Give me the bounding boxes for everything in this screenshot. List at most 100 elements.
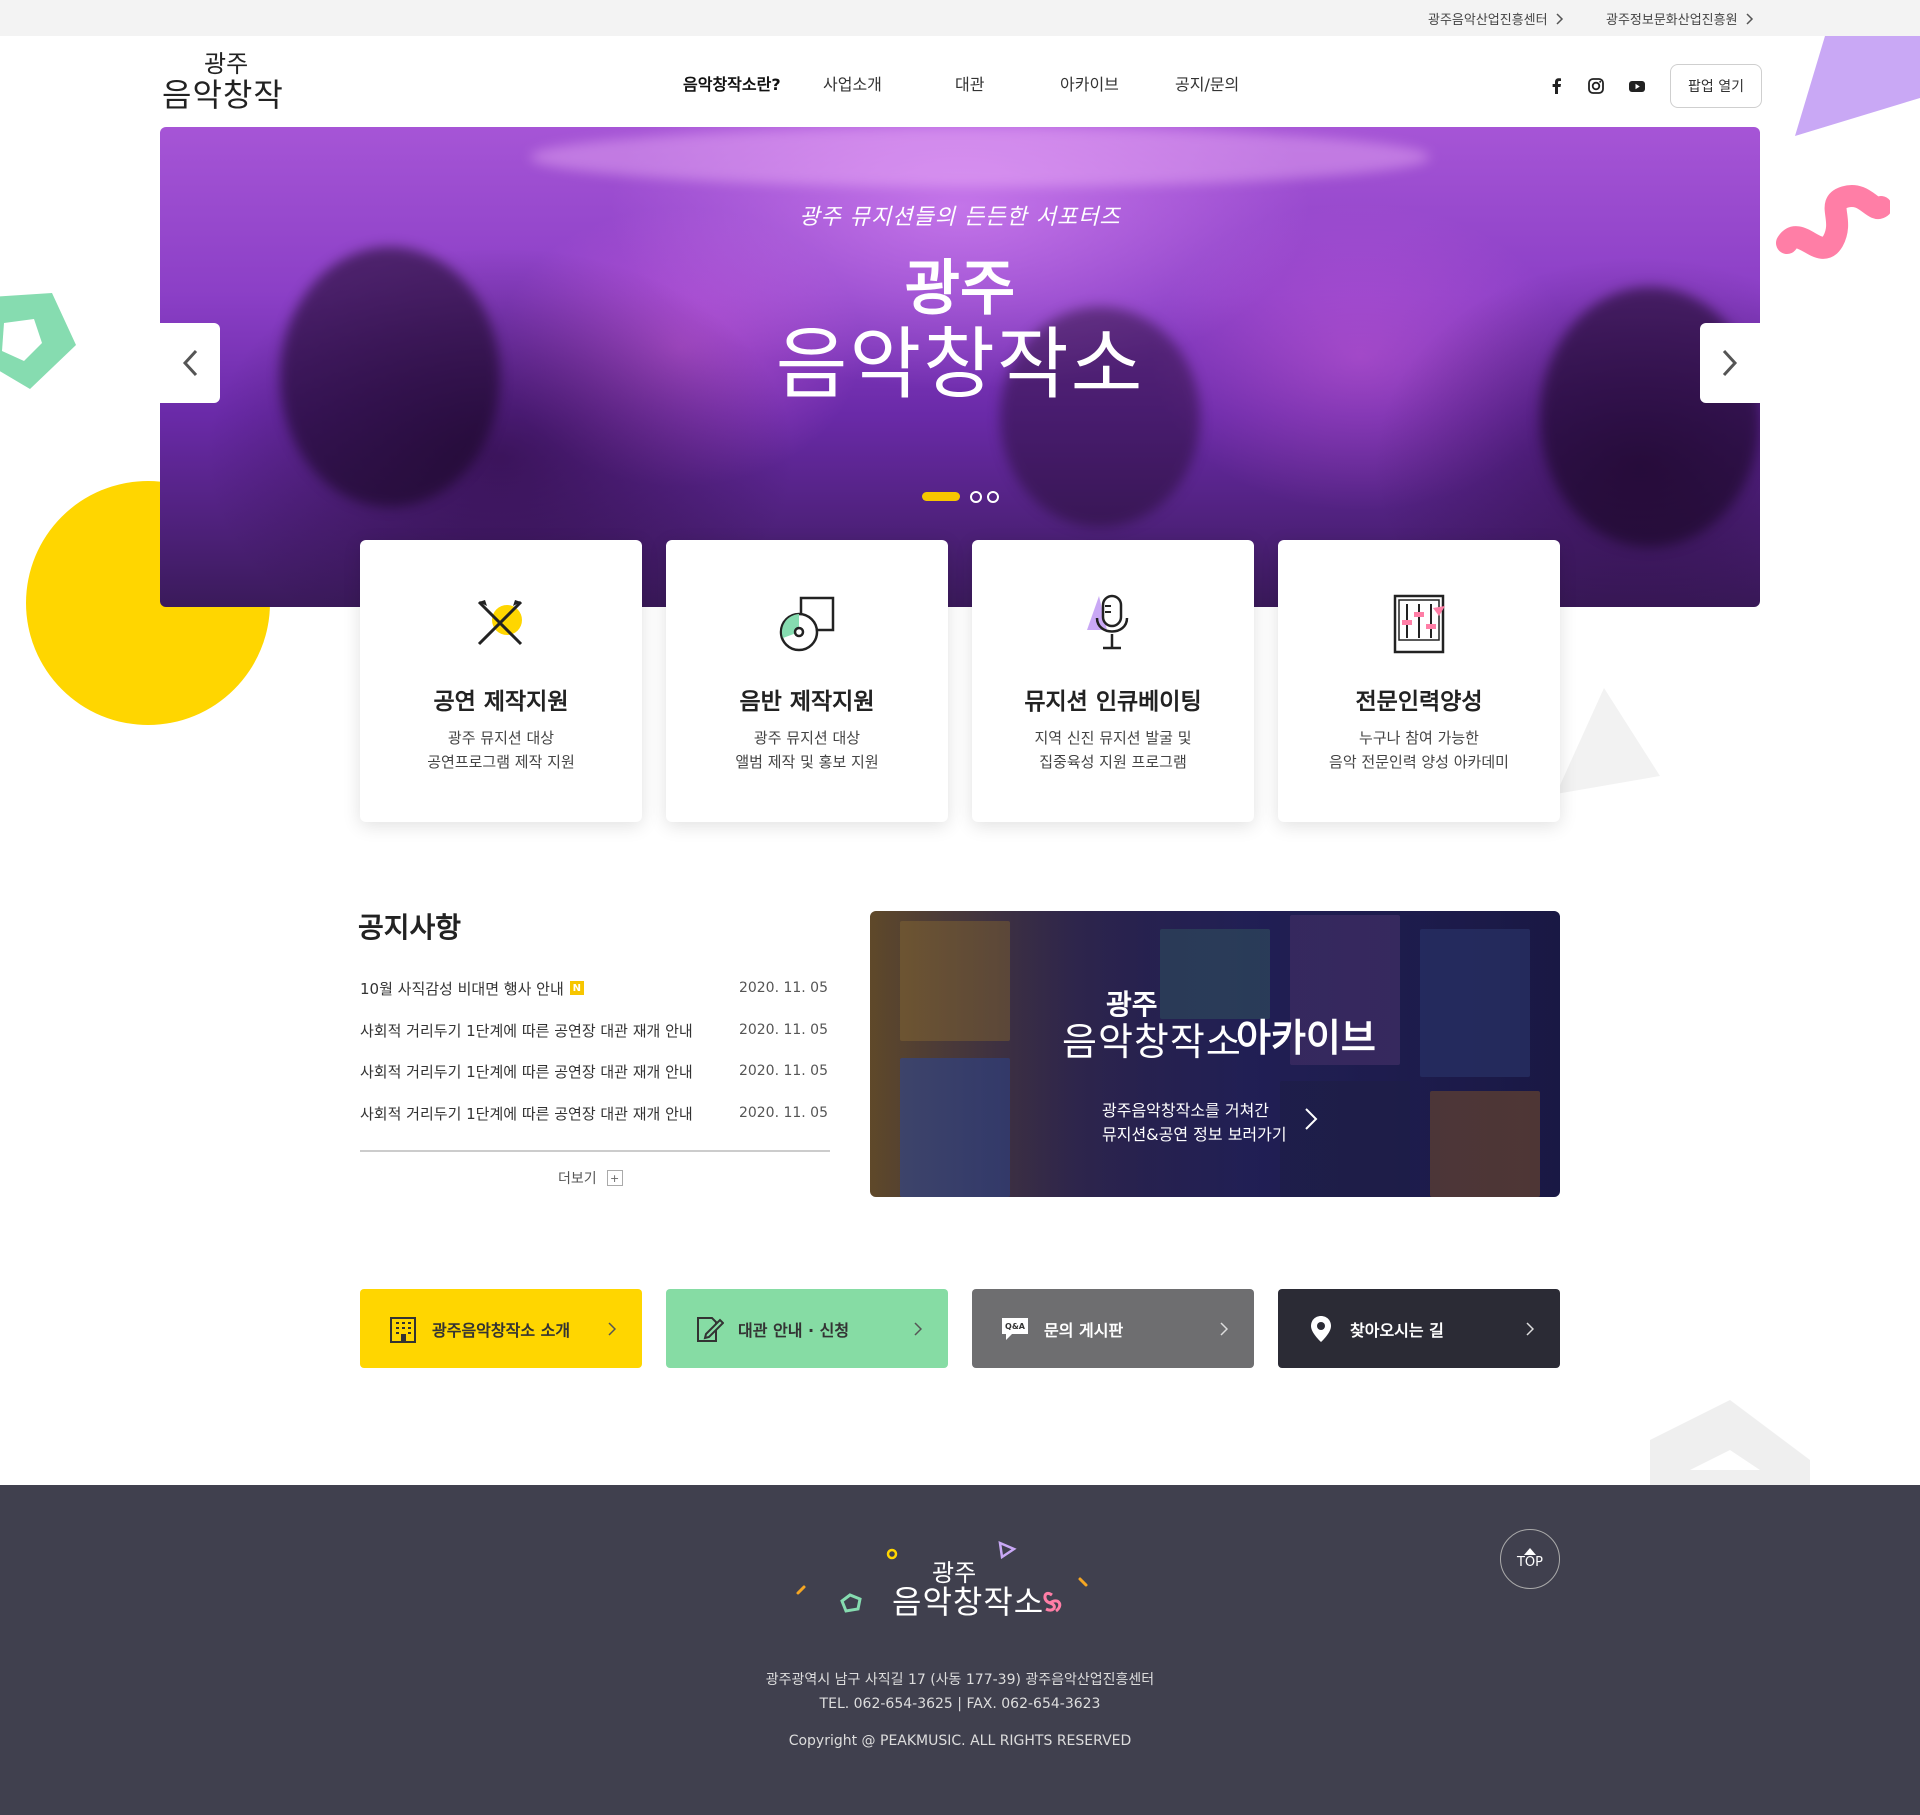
quick-link-label: 대관 안내 · 신청 (738, 1320, 850, 1340)
notice-item-text: 사회적 거리두기 1단계에 따른 공연장 대관 재개 안내 (360, 1062, 693, 1081)
slide-prev-button[interactable] (160, 323, 220, 403)
service-card-performance[interactable]: 공연 제작지원 광주 뮤지션 대상 공연프로그램 제작 지원 (360, 540, 642, 822)
mixer-icon (1393, 594, 1445, 654)
service-card-desc: 누구나 참여 가능한 음악 전문인력 양성 아카데미 (1278, 726, 1560, 774)
notice-item-date: 2020. 11. 05 (738, 1105, 828, 1121)
service-card-desc-line: 집중육성 지원 프로그램 (1039, 753, 1187, 771)
service-card-desc: 광주 뮤지션 대상 앨범 제작 및 홍보 지원 (666, 726, 948, 774)
notice-item-date: 2020. 11. 05 (738, 1063, 828, 1079)
nav-item-notice[interactable]: 공지/문의 (1175, 71, 1239, 95)
building-icon (390, 1316, 416, 1343)
util-link-music-center[interactable]: 광주음악산업진흥센터 (1428, 9, 1564, 28)
chevron-right-icon (1722, 349, 1738, 377)
album-icon (779, 596, 835, 652)
quick-link-qna[interactable]: Q&A 문의 게시판 (972, 1289, 1254, 1368)
service-card-title: 전문인력양성 (1355, 689, 1483, 715)
notice-item-date: 2020. 11. 05 (738, 1022, 828, 1038)
plus-icon: + (606, 1170, 623, 1186)
quick-link-about[interactable]: 광주음악창작소 소개 (360, 1289, 642, 1368)
hero-title-line2: 음악창작소 (775, 320, 1145, 410)
nav-item-archive[interactable]: 아카이브 (1060, 71, 1119, 95)
service-card-desc-line: 지역 신진 뮤지션 발굴 및 (1034, 729, 1192, 747)
util-link-label: 광주음악산업진흥센터 (1428, 13, 1548, 28)
hero-subtitle: 광주 뮤지션들의 든든한 서포터즈 (799, 205, 1121, 230)
nav-item-about[interactable]: 음악창작소란? (683, 71, 781, 95)
notice-section-title: 공지사항 (358, 911, 462, 944)
hero-slider: 광주 뮤지션들의 든든한 서포터즈 광주 음악창작소 (160, 127, 1760, 607)
service-card-album[interactable]: 음반 제작지원 광주 뮤지션 대상 앨범 제작 및 홍보 지원 (666, 540, 948, 822)
chevron-right-icon (608, 1321, 616, 1336)
notice-item[interactable]: 사회적 거리두기 1단계에 따른 공연장 대관 재개 안내 2020. 11. … (360, 1058, 828, 1084)
notice-item[interactable]: 사회적 거리두기 1단계에 따른 공연장 대관 재개 안내 2020. 11. … (360, 1017, 828, 1043)
gray-pentagon-shape (1650, 1400, 1810, 1490)
footer-contact-line: TEL. 062-654-3625 | FAX. 062-654-3623 (819, 1696, 1101, 1712)
youtube-icon[interactable] (1627, 76, 1647, 96)
hero-title-line1: 광주 (904, 254, 1016, 324)
quick-link-rental[interactable]: 대관 안내 · 신청 (666, 1289, 948, 1368)
footer-copyright: Copyright @ PEAKMUSIC. ALL RIGHTS RESERV… (788, 1733, 1132, 1749)
quick-link-directions[interactable]: 찾아오시는 길 (1278, 1289, 1560, 1368)
service-card-desc: 지역 신진 뮤지션 발굴 및 집중육성 지원 프로그램 (972, 726, 1254, 774)
notice-item-date: 2020. 11. 05 (738, 980, 828, 996)
slide-dot[interactable] (970, 491, 982, 503)
performance-icon (477, 600, 523, 646)
chevron-right-icon (1556, 12, 1563, 25)
quick-link-label: 광주음악창작소 소개 (432, 1320, 571, 1340)
notice-divider (360, 1150, 830, 1152)
purple-triangle-shape (1795, 36, 1920, 136)
service-card-desc-line: 음악 전문인력 양성 아카데미 (1329, 753, 1509, 771)
archive-desc-line: 광주음악창작소를 거쳐간 (1102, 1101, 1270, 1120)
popup-open-button[interactable]: 팝업 열기 (1670, 64, 1762, 108)
svg-text:Q&A: Q&A (1005, 1322, 1026, 1331)
service-card-incubating[interactable]: 뮤지션 인큐베이팅 지역 신진 뮤지션 발굴 및 집중육성 지원 프로그램 (972, 540, 1254, 822)
service-card-desc-line: 앨범 제작 및 홍보 지원 (735, 753, 879, 771)
nav-item-business[interactable]: 사업소개 (823, 71, 882, 95)
service-card-title: 뮤지션 인큐베이팅 (1024, 689, 1202, 715)
service-card-title: 공연 제작지원 (433, 689, 569, 715)
archive-logo-line2: 음악창작소 (1062, 1020, 1242, 1064)
chevron-right-icon (1305, 1108, 1318, 1130)
chevron-right-icon (1526, 1321, 1534, 1336)
new-badge: N (569, 981, 584, 995)
notice-more-link[interactable]: 더보기 + (558, 1168, 623, 1188)
footer-logo: 광주 음악창작소 (792, 1535, 1092, 1635)
site-logo[interactable]: 광주 음악창작소 (162, 44, 302, 160)
service-card-desc-line: 광주 뮤지션 대상 (447, 729, 555, 747)
pink-squiggle-shape (1776, 185, 1890, 259)
archive-banner[interactable]: 광주 음악창작소 아카이브 광주음악창작소를 거쳐간 뮤지션&공연 정보 보러가… (870, 911, 1560, 1197)
slide-dot-active[interactable] (922, 492, 960, 501)
notice-item-text: 사회적 거리두기 1단계에 따른 공연장 대관 재개 안내 (360, 1104, 693, 1123)
instagram-icon[interactable] (1586, 76, 1606, 96)
archive-desc-line: 뮤지션&공연 정보 보러가기 (1102, 1125, 1287, 1144)
chevron-left-icon (182, 349, 198, 377)
microphone-icon (1087, 594, 1129, 650)
service-card-title: 음반 제작지원 (739, 689, 875, 715)
nav-item-rental[interactable]: 대관 (955, 71, 984, 95)
footer-address-line: 광주광역시 남구 사직길 17 (사동 177-39) 광주음악산업진흥센터 (765, 1672, 1155, 1688)
location-pin-icon (1311, 1315, 1331, 1342)
slide-next-button[interactable] (1700, 323, 1760, 403)
notice-item-title: 10월 사직감성 비대면 행사 안내 N (360, 978, 584, 999)
slide-dot[interactable] (987, 491, 999, 503)
edit-icon (697, 1316, 724, 1342)
caret-up-icon (1524, 1548, 1536, 1555)
chevron-right-icon (914, 1321, 922, 1336)
footer-logo-line2: 음악창작소 (892, 1583, 1045, 1621)
notice-item-text: 사회적 거리두기 1단계에 따른 공연장 대관 재개 안내 (360, 1021, 693, 1040)
facebook-icon[interactable] (1547, 76, 1567, 96)
service-card-training[interactable]: 전문인력양성 누구나 참여 가능한 음악 전문인력 양성 아카데미 (1278, 540, 1560, 822)
more-label: 더보기 (558, 1171, 597, 1187)
mint-pentagon-shape (0, 293, 76, 389)
hero-stage-sign (530, 127, 1430, 187)
qna-icon: Q&A (1002, 1317, 1028, 1340)
quick-link-label: 찾아오시는 길 (1350, 1320, 1444, 1340)
gray-triangle-shape (1556, 688, 1660, 794)
service-card-desc: 광주 뮤지션 대상 공연프로그램 제작 지원 (360, 726, 642, 774)
notice-item[interactable]: 사회적 거리두기 1단계에 따른 공연장 대관 재개 안내 2020. 11. … (360, 1100, 828, 1126)
scroll-top-button[interactable]: TOP (1500, 1529, 1560, 1589)
scroll-top-label: TOP (1516, 1555, 1543, 1570)
util-link-info-culture[interactable]: 광주정보문화산업진흥원 (1606, 9, 1754, 28)
notice-item[interactable]: 10월 사직감성 비대면 행사 안내 N 2020. 11. 05 (360, 975, 828, 1001)
archive-desc: 광주음악창작소를 거쳐간 뮤지션&공연 정보 보러가기 (1102, 1099, 1287, 1147)
footer-address: 광주광역시 남구 사직길 17 (사동 177-39) 광주음악산업진흥센터 T… (0, 1668, 1920, 1716)
